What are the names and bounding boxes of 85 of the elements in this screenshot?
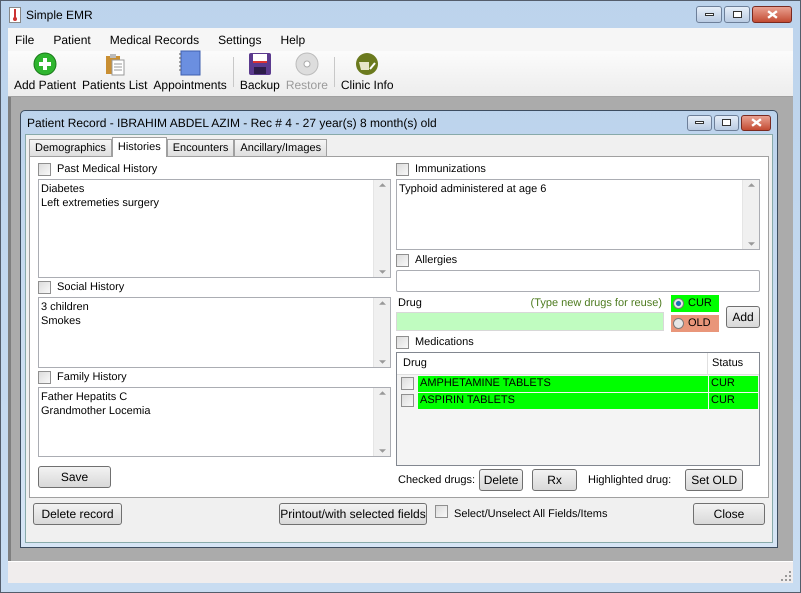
text-line: Smokes — [41, 314, 82, 328]
table-cell: ASPIRIN TABLETS — [418, 392, 708, 408]
highlighted-drug-label: Highlighted drug: — [588, 472, 672, 488]
section-label: Immunizations — [415, 162, 486, 178]
scroll-down-icon[interactable] — [378, 360, 386, 364]
immunizations-text-area[interactable]: Typhoid administered at age 6 — [396, 179, 760, 250]
section-label: Allergies — [415, 253, 458, 268]
scroll-up-icon[interactable] — [378, 183, 386, 187]
checkbox[interactable] — [38, 371, 51, 384]
checkbox[interactable] — [435, 504, 448, 518]
allergies-field[interactable] — [396, 270, 760, 292]
column-header[interactable]: Drug — [397, 353, 708, 374]
history-text-area[interactable]: Father Hepatits C Grandmother Locemia — [38, 387, 391, 457]
toolbar-button[interactable]: Patients List — [79, 52, 150, 92]
column-header[interactable]: Status — [708, 353, 758, 374]
delete-button[interactable]: Delete — [479, 469, 524, 491]
tab[interactable]: Demographics — [29, 139, 112, 156]
clinic-icon — [355, 52, 380, 76]
text-line: 3 children — [41, 300, 90, 314]
scroll-up-icon[interactable] — [748, 183, 754, 187]
toolbar-button[interactable]: Add Patient — [11, 52, 80, 92]
scroll-down-icon[interactable] — [378, 449, 386, 453]
menu-item[interactable]: Settings — [218, 30, 262, 48]
history-text-area[interactable]: 3 children Smokes — [38, 297, 391, 368]
close-button[interactable]: Close — [693, 503, 765, 525]
toolbar-button[interactable]: Appointments — [150, 50, 230, 92]
text-line: Left extremeties surgery — [41, 196, 160, 210]
section-label: Medications — [415, 335, 474, 350]
menu-item[interactable]: Help — [280, 30, 306, 48]
record-title: Patient Record - IBRAHIM ABDEL AZIM - Rec # 4 - 27 year(s) 8 month(s) old — [27, 114, 437, 132]
printout-button[interactable]: Printout/with selected fields — [279, 503, 427, 525]
text-line: Father Hepatits C — [41, 390, 128, 404]
maximize-button[interactable] — [724, 6, 750, 23]
checkbox[interactable] — [38, 281, 51, 294]
scroll-up-icon[interactable] — [378, 391, 386, 395]
resize-grip-icon[interactable] — [781, 571, 791, 581]
toolbar-button[interactable]: Clinic Info — [338, 52, 397, 92]
toolbar-button[interactable]: Backup — [236, 52, 283, 92]
checkbox[interactable] — [401, 394, 414, 407]
select-all-label: Select/Unselect All Fields/Items — [454, 506, 608, 522]
menu-item[interactable]: File — [15, 30, 34, 48]
checked-drugs-label: Checked drugs: — [398, 472, 476, 488]
tab[interactable]: Histories — [112, 137, 167, 157]
scroll-down-icon[interactable] — [748, 242, 754, 246]
table-cell: CUR — [709, 392, 758, 408]
text-line: Typhoid administered at age 6 — [399, 182, 548, 196]
checkbox[interactable] — [396, 254, 409, 267]
add-button[interactable]: Add — [726, 306, 760, 328]
menu-item[interactable]: Patient — [53, 30, 91, 48]
checkbox[interactable] — [38, 163, 51, 176]
section-label: Past Medical History — [57, 162, 158, 178]
thermometer-icon — [9, 6, 21, 22]
table-cell: AMPHETAMINE TABLETS — [418, 376, 708, 392]
tab[interactable]: Encounters — [166, 139, 234, 156]
window-title: Simple EMR — [26, 6, 93, 24]
drug-field[interactable] — [396, 312, 664, 331]
close-icon — [766, 10, 778, 19]
minimize-button[interactable] — [687, 114, 712, 130]
rx-button[interactable]: Rx — [532, 469, 578, 491]
drug-label: Drug — [398, 296, 422, 310]
status-radio[interactable]: OLD — [671, 315, 719, 332]
scroll-down-icon[interactable] — [378, 270, 386, 274]
delete-record-button[interactable]: Delete record — [33, 503, 122, 525]
menu-item[interactable]: Medical Records — [110, 30, 200, 48]
notebook-icon — [178, 50, 202, 76]
status-radio[interactable]: CUR — [671, 295, 719, 312]
section-label: Social History — [57, 280, 124, 296]
checkbox[interactable] — [396, 336, 409, 349]
save-button[interactable]: Save — [38, 466, 111, 488]
minimize-button[interactable] — [696, 6, 722, 23]
close-icon — [750, 118, 762, 127]
close-button[interactable] — [741, 114, 771, 130]
tab[interactable]: Ancillary/Images — [234, 139, 328, 156]
checkbox[interactable] — [396, 163, 409, 176]
table-cell: CUR — [709, 376, 758, 392]
section-label: Family History — [57, 370, 127, 386]
text-line: Grandmother Locemia — [41, 404, 152, 418]
scroll-up-icon[interactable] — [378, 301, 386, 305]
close-button[interactable] — [752, 6, 792, 23]
text-line: Diabetes — [41, 182, 86, 196]
history-text-area[interactable]: Diabetes Left extremeties surgery — [38, 179, 391, 278]
drug-hint: (Type new drugs for reuse) — [530, 296, 662, 310]
set-old-button[interactable]: Set OLD — [685, 469, 744, 491]
checkbox[interactable] — [401, 377, 414, 390]
maximize-button[interactable] — [714, 114, 739, 130]
